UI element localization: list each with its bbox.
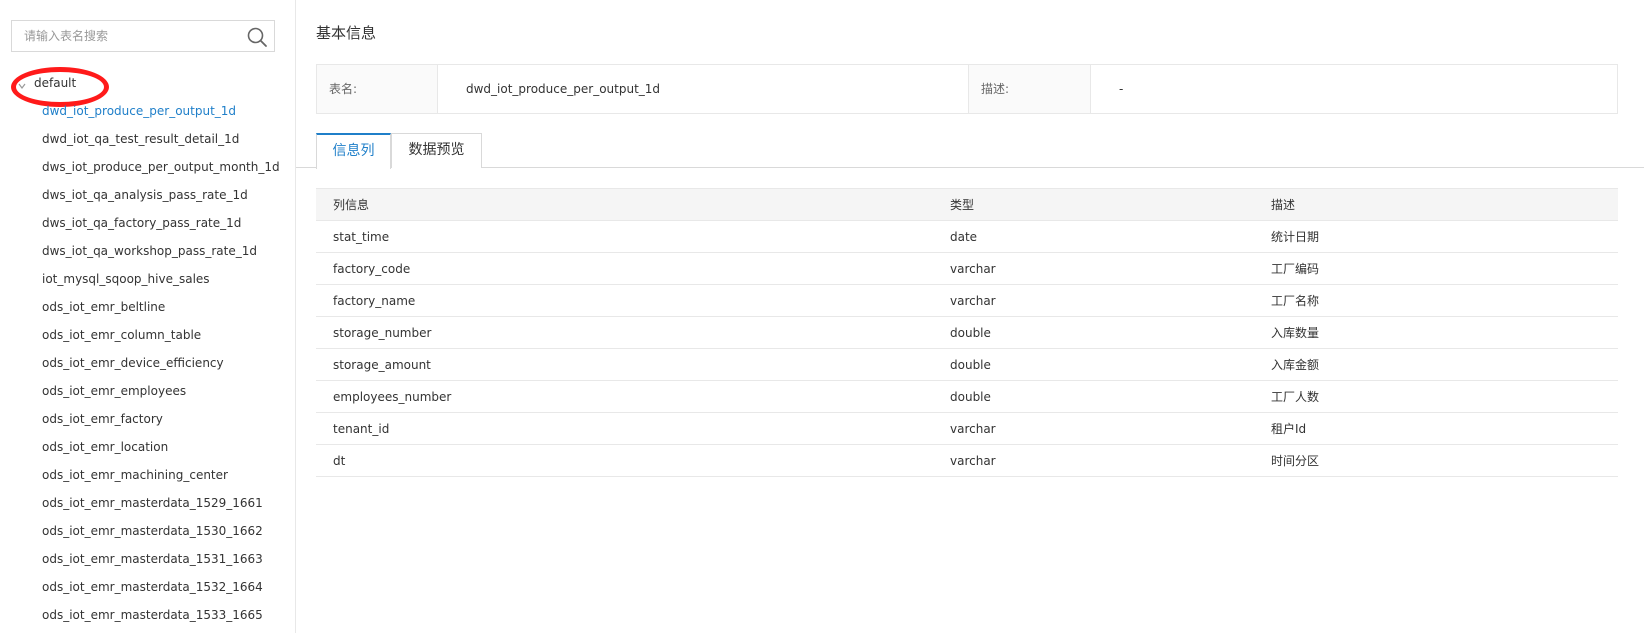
column-type-cell: date [933, 220, 1254, 253]
tab-bar: 信息列 数据预览 [296, 133, 1644, 169]
table-row: dt varchar 时间分区 [316, 444, 1618, 477]
tree-item-table[interactable]: ods_iot_emr_device_efficiency [42, 352, 280, 380]
column-name-cell: storage_number [316, 316, 933, 349]
tab-data-preview[interactable]: 数据预览 [391, 133, 482, 168]
tree-item-table[interactable]: dws_iot_qa_factory_pass_rate_1d [42, 212, 280, 240]
header-column-info: 列信息 [316, 188, 933, 221]
table-row: stat_time date 统计日期 [316, 220, 1618, 253]
column-desc-cell: 统计日期 [1254, 220, 1618, 253]
column-name-cell: stat_time [316, 220, 933, 253]
header-type: 类型 [933, 188, 1254, 221]
column-desc-cell: 租户Id [1254, 412, 1618, 445]
table-row: storage_number double 入库数量 [316, 316, 1618, 349]
tab-columns[interactable]: 信息列 [316, 133, 391, 169]
table-row: factory_code varchar 工厂编码 [316, 252, 1618, 285]
tree-item-table[interactable]: ods_iot_emr_machining_center [42, 464, 280, 492]
column-type-cell: double [933, 348, 1254, 381]
tree-item-table[interactable]: ods_iot_emr_masterdata_1530_1662 [42, 520, 280, 548]
column-desc-cell: 工厂名称 [1254, 284, 1618, 317]
table-row: employees_number double 工厂人数 [316, 380, 1618, 413]
caret-down-icon[interactable] [17, 76, 27, 89]
table-name-value: dwd_iot_produce_per_output_1d [438, 65, 969, 113]
tree-item-table[interactable]: ods_iot_emr_factory [42, 408, 280, 436]
column-name-cell: factory_code [316, 252, 933, 285]
tree-item-table[interactable]: ods_iot_emr_masterdata_1531_1663 [42, 548, 280, 576]
tree-item-table[interactable]: ods_iot_emr_beltline [42, 296, 280, 324]
tree-item-table[interactable]: dws_iot_qa_workshop_pass_rate_1d [42, 240, 280, 268]
basic-info-table: 表名: dwd_iot_produce_per_output_1d 描述: - [316, 64, 1618, 114]
tree-item-table[interactable]: iot_mysql_sqoop_hive_sales [42, 268, 280, 296]
table-row: storage_amount double 入库金额 [316, 348, 1618, 381]
column-type-cell: varchar [933, 412, 1254, 445]
tree-item-table[interactable]: ods_iot_emr_masterdata_1532_1664 [42, 576, 280, 604]
search-icon[interactable] [246, 26, 268, 48]
table-tree-list: dwd_iot_produce_per_output_1d dwd_iot_qa_… [42, 100, 280, 632]
app: default dwd_iot_produce_per_output_1ddwd… [0, 0, 1644, 633]
table-row: tenant_id varchar 租户Id [316, 412, 1618, 445]
column-desc-cell: 入库数量 [1254, 316, 1618, 349]
column-desc-cell: 时间分区 [1254, 444, 1618, 477]
section-title: 基本信息 [316, 24, 377, 42]
column-type-cell: varchar [933, 284, 1254, 317]
columns-table-body: stat_time date 统计日期 factory_code varchar 工厂编码… [316, 220, 1618, 477]
description-value: - [1119, 82, 1124, 96]
header-description: 描述 [1254, 188, 1618, 221]
tree-item-table[interactable]: dwd_iot_qa_test_result_detail_1d [42, 128, 280, 156]
column-desc-cell: 工厂编码 [1254, 252, 1618, 285]
description-label: 描述: [969, 65, 1091, 113]
table-search-box [11, 20, 275, 52]
table-header-row: 列信息 类型 描述 [316, 188, 1618, 221]
columns-table: 列信息 类型 描述 stat_time date 统计日期 factory_code v… [316, 188, 1618, 477]
tree-item-table[interactable]: ods_iot_emr_column_table [42, 324, 280, 352]
column-name-cell: storage_amount [316, 348, 933, 381]
tree-item-table[interactable]: ods_iot_emr_employees [42, 380, 280, 408]
tree-item-table[interactable]: ods_iot_emr_masterdata_1529_1661 [42, 492, 280, 520]
column-type-cell: double [933, 316, 1254, 349]
tree-root-default[interactable]: default [11, 67, 115, 107]
tree-item-table[interactable]: ods_iot_emr_masterdata_1533_1665 [42, 604, 280, 632]
table-row: factory_name varchar 工厂名称 [316, 284, 1618, 317]
table-name-label: 表名: [317, 65, 438, 113]
tree-item-table[interactable]: dwd_iot_produce_per_output_1d [42, 100, 280, 128]
column-name-cell: factory_name [316, 284, 933, 317]
tree-item-table[interactable]: dws_iot_produce_per_output_month_1d [42, 156, 280, 184]
column-type-cell: varchar [933, 252, 1254, 285]
column-name-cell: dt [316, 444, 933, 477]
column-desc-cell: 工厂人数 [1254, 380, 1618, 413]
main-panel: 基本信息 表名: dwd_iot_produce_per_output_1d 描… [296, 0, 1644, 633]
sidebar: default dwd_iot_produce_per_output_1ddwd… [0, 0, 296, 633]
column-name-cell: tenant_id [316, 412, 933, 445]
column-type-cell: double [933, 380, 1254, 413]
tree-root-label: default [34, 76, 77, 90]
tree-item-table[interactable]: ods_iot_emr_location [42, 436, 280, 464]
column-type-cell: varchar [933, 444, 1254, 477]
table-search-input[interactable] [12, 21, 242, 51]
column-name-cell: employees_number [316, 380, 933, 413]
tree-item-table[interactable]: dws_iot_qa_analysis_pass_rate_1d [42, 184, 280, 212]
column-desc-cell: 入库金额 [1254, 348, 1618, 381]
